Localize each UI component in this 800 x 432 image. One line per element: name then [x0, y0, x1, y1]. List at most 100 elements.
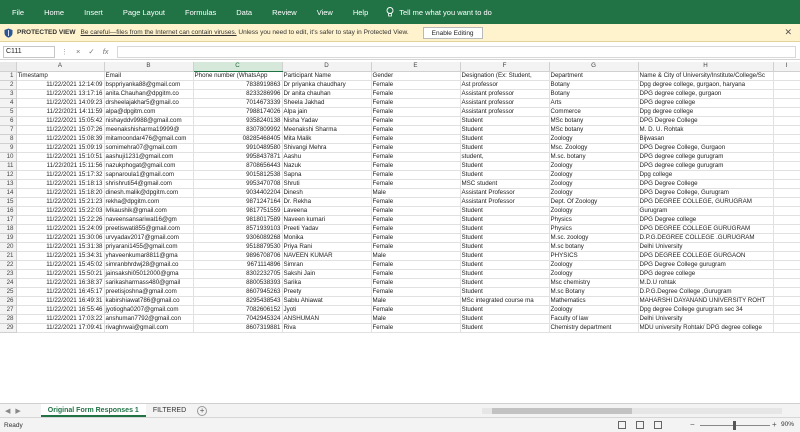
cell[interactable]: Botany — [549, 80, 639, 90]
cell[interactable]: nishayddv9988@gmail.com — [104, 116, 194, 126]
cell[interactable]: Student — [460, 314, 550, 324]
cell[interactable]: 11/22/2021 12:14:09 — [16, 80, 105, 90]
cell[interactable]: Female — [371, 215, 461, 225]
cell[interactable]: 11/22/2021 15:18:20 — [16, 188, 105, 198]
cell[interactable]: Female — [371, 170, 461, 180]
column-header[interactable]: E — [371, 62, 461, 72]
cell[interactable]: Female — [371, 134, 461, 144]
row-header[interactable]: 24 — [0, 278, 17, 288]
row-header[interactable]: 2 — [0, 80, 17, 90]
cell[interactable]: Riva — [282, 323, 372, 333]
cell[interactable]: Student — [460, 323, 550, 333]
cell[interactable]: 11/22/2021 14:11:59 — [16, 107, 105, 117]
cell[interactable]: 11/22/2021 16:55:46 — [16, 305, 105, 315]
row-header[interactable]: 21 — [0, 251, 17, 261]
cell[interactable]: Bijwasan — [638, 134, 774, 144]
cell[interactable]: DPG degree college gurugram — [638, 152, 774, 162]
cell[interactable]: rekha@dpgitm.com — [104, 197, 194, 207]
column-header[interactable]: A — [16, 62, 105, 72]
cell[interactable]: Assistant professor — [460, 89, 550, 99]
cell[interactable]: Delhi University — [638, 242, 774, 252]
row-header[interactable]: 20 — [0, 242, 17, 252]
cell[interactable]: mitamoondar476@gmail.com — [104, 134, 194, 144]
cell[interactable]: 9817751559 — [193, 206, 283, 216]
cell[interactable]: MSC student — [460, 179, 550, 189]
cell[interactable]: 11/22/2021 15:10:51 — [16, 152, 105, 162]
cell[interactable]: DPG DEGREE COLLEGE, GURUGRAM — [638, 197, 774, 207]
cell[interactable]: Jyoti — [282, 305, 372, 315]
cell[interactable]: 8607319881 — [193, 323, 283, 333]
row-header[interactable]: 5 — [0, 107, 17, 117]
cell[interactable]: M.D.U rohtak — [638, 278, 774, 288]
cell[interactable] — [773, 206, 800, 216]
horizontal-scrollbar[interactable] — [482, 408, 782, 414]
cell[interactable]: 11/22/2021 17:09:41 — [16, 323, 105, 333]
cell[interactable]: Student — [460, 161, 550, 171]
cell[interactable]: Female — [371, 323, 461, 333]
cell[interactable]: DPG Degree College gurugram — [638, 260, 774, 270]
cell[interactable]: Sarika — [282, 278, 372, 288]
cell[interactable]: 9015812538 — [193, 170, 283, 180]
tab-formulas[interactable]: Formulas — [185, 8, 216, 17]
cell[interactable]: Female — [371, 287, 461, 297]
cell[interactable]: Female — [371, 143, 461, 153]
column-header[interactable]: I — [773, 62, 800, 72]
cancel-icon[interactable]: × — [76, 47, 80, 56]
cell[interactable]: Zoology — [549, 161, 639, 171]
cell[interactable]: Student — [460, 143, 550, 153]
cell[interactable]: Nisha Yadav — [282, 116, 372, 126]
cell[interactable] — [773, 224, 800, 234]
cell[interactable]: naveensansariwal16@gm — [104, 215, 194, 225]
function-icon[interactable]: fx — [103, 47, 109, 56]
cell[interactable]: Zoology — [549, 134, 639, 144]
cell[interactable]: preetisjoshna@gmail.com — [104, 287, 194, 297]
cell[interactable]: Student — [460, 116, 550, 126]
cell[interactable]: Shivangi Mehra — [282, 143, 372, 153]
column-header[interactable]: B — [104, 62, 194, 72]
cell[interactable]: MDU university Rohtak/ DPG degree colleg… — [638, 323, 774, 333]
cell[interactable]: Male — [371, 314, 461, 324]
cell[interactable]: Faculty of law — [549, 314, 639, 324]
cell[interactable]: Zoology — [549, 188, 639, 198]
cell[interactable]: Dpg degree college — [638, 107, 774, 117]
cell[interactable]: 8571939103 — [193, 224, 283, 234]
cell[interactable]: Sheela Jakhad — [282, 98, 372, 108]
cell[interactable]: 8302232705 — [193, 269, 283, 279]
tab-file[interactable]: File — [12, 8, 24, 17]
cell[interactable]: Preeti Yadav — [282, 224, 372, 234]
cell[interactable]: Monika — [282, 233, 372, 243]
cell[interactable] — [773, 269, 800, 279]
cell[interactable] — [773, 125, 800, 135]
row-header[interactable]: 25 — [0, 287, 17, 297]
cell[interactable]: MSc integrated course ma — [460, 296, 550, 306]
cell[interactable]: Female — [371, 233, 461, 243]
cell[interactable]: Zoology — [549, 269, 639, 279]
row-header[interactable]: 3 — [0, 89, 17, 99]
cell[interactable]: Dr priyanka chaudhary — [282, 80, 372, 90]
cell[interactable]: simranbhrdwj28@gmail.co — [104, 260, 194, 270]
header-cell[interactable]: Gender — [371, 71, 461, 81]
cell[interactable]: rivaghrwai@gmail.com — [104, 323, 194, 333]
row-header[interactable]: 1 — [0, 71, 17, 81]
cell[interactable] — [773, 98, 800, 108]
zoom-out-button[interactable]: − — [690, 420, 695, 429]
cell[interactable]: Female — [371, 197, 461, 207]
header-cell[interactable]: Designation (Ex: Student, — [460, 71, 550, 81]
cell[interactable]: D.P.G.Degree College ,Gurugram — [638, 287, 774, 297]
cell[interactable] — [773, 197, 800, 207]
cell[interactable]: MSc botany — [549, 125, 639, 135]
cell[interactable]: Physics — [549, 224, 639, 234]
cell[interactable]: somimehra07@gmail.com — [104, 143, 194, 153]
cell[interactable]: 8233286996 — [193, 89, 283, 99]
formula-input[interactable] — [116, 45, 796, 58]
cell[interactable]: jyotiogha0207@gmail.com — [104, 305, 194, 315]
page-break-view-icon[interactable] — [654, 421, 662, 429]
zoom-slider-thumb[interactable] — [733, 421, 736, 430]
cell[interactable]: Male — [371, 251, 461, 261]
row-header[interactable]: 22 — [0, 260, 17, 270]
cell[interactable]: DPG Degree College — [638, 116, 774, 126]
cell[interactable]: 9358240138 — [193, 116, 283, 126]
cell[interactable]: Botany — [549, 89, 639, 99]
cell[interactable] — [773, 233, 800, 243]
cell[interactable]: Student — [460, 206, 550, 216]
